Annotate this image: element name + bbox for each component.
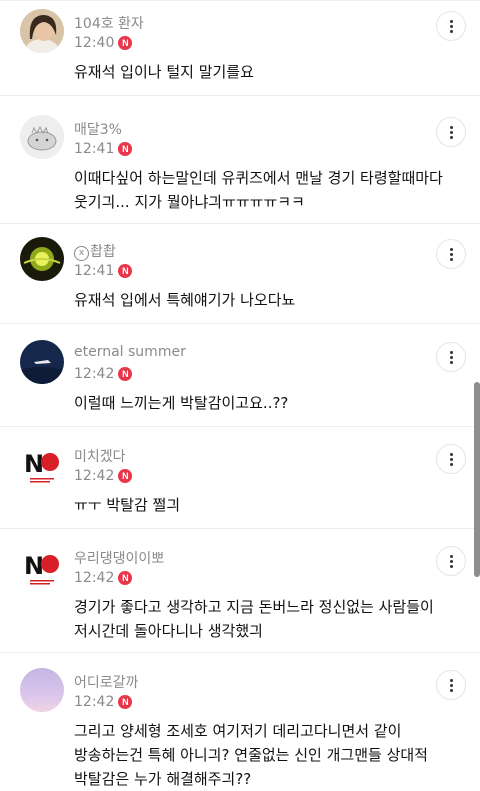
- comment-text: ㅠㅜ 박탈감 쩔긔: [74, 496, 181, 514]
- comment-nickname[interactable]: x 촵촵: [74, 241, 116, 261]
- more-options-button[interactable]: [436, 117, 466, 147]
- comment-item: 어디로갈까 12:42 N 그리고 양세형 조세호 여기저기 데리고다니면서 같…: [0, 659, 480, 790]
- avatar[interactable]: [20, 340, 64, 384]
- comment-text: 유재석 입에서 특혜얘기가 나오다뇨: [74, 291, 296, 309]
- comment-text: 유재석 입이나 털지 말기를요: [74, 63, 254, 81]
- comment-time: 12:42: [74, 468, 115, 484]
- comment-item: eternal summer 12:42 N 이럴때 느끼는게 박탈감이고요..…: [0, 331, 480, 427]
- comment-nickname[interactable]: 우리댕댕이이뽀: [74, 548, 164, 568]
- comment-meta: 12:41 N: [74, 139, 133, 159]
- svg-text:N: N: [24, 450, 44, 478]
- avatar[interactable]: N: [20, 544, 64, 588]
- new-badge: N: [118, 367, 133, 381]
- new-badge: N: [118, 695, 133, 709]
- comment-time: 12:42: [74, 366, 115, 382]
- comment-divider: [0, 652, 480, 653]
- avatar[interactable]: [20, 9, 64, 53]
- nickname-text: 촵촵: [90, 244, 116, 260]
- comment-text: 그리고 양세형 조세호 여기저기 데리고다니면서 같이 방송하는건 특혜 아니긔…: [74, 722, 428, 788]
- comment-meta: 12:41 N: [74, 261, 133, 281]
- comment-time: 12:42: [74, 694, 115, 710]
- comment-nickname[interactable]: 매달3%: [74, 119, 122, 139]
- comment-text: 이때다싶어 하는말인데 유퀴즈에서 맨날 경기 타령할때마다 웃기긔... 지가…: [74, 169, 443, 211]
- comment-nickname[interactable]: 미치겠다: [74, 446, 126, 466]
- new-badge: N: [118, 142, 133, 156]
- comment-meta: 12:42 N: [74, 568, 133, 588]
- comment-time: 12:42: [74, 570, 115, 586]
- comment-divider: [0, 323, 480, 324]
- comment-time: 12:41: [74, 263, 115, 279]
- comment-meta: 12:42 N: [74, 466, 133, 486]
- comment-meta: 12:42 N: [74, 692, 133, 712]
- more-options-button[interactable]: [436, 546, 466, 576]
- new-badge: N: [118, 264, 133, 278]
- more-options-button[interactable]: [436, 239, 466, 269]
- comment-item: N 우리댕댕이이뽀 12:42 N 경기가 좋다고 생각하고 지금 돈버느라 정…: [0, 535, 480, 653]
- comment-item: N 미치겠다 12:42 N ㅠㅜ 박탈감 쩔긔: [0, 433, 480, 529]
- comment-item: 104호 환자 12:40 N 유재석 입이나 털지 말기를요: [0, 0, 480, 96]
- avatar[interactable]: [20, 668, 64, 712]
- comment-text: 경기가 좋다고 생각하고 지금 돈버느라 정신없는 사람들이 저시간데 돌아다니…: [74, 598, 434, 640]
- new-badge: N: [118, 571, 133, 585]
- comment-text: 이럴때 느끼는게 박탈감이고요..??: [74, 394, 289, 412]
- comment-divider: [0, 426, 480, 427]
- scrollbar[interactable]: [474, 382, 480, 577]
- new-badge: N: [118, 469, 133, 483]
- more-options-button[interactable]: [436, 342, 466, 372]
- x-mark-icon: x: [74, 246, 89, 261]
- new-badge: N: [118, 36, 133, 50]
- comment-meta: 12:40 N: [74, 33, 133, 53]
- comment-divider: [0, 95, 480, 96]
- more-options-button[interactable]: [436, 11, 466, 41]
- avatar[interactable]: [20, 115, 64, 159]
- svg-text:N: N: [24, 552, 44, 580]
- comment-time: 12:41: [74, 141, 115, 157]
- comment-meta: 12:42 N: [74, 364, 133, 384]
- avatar[interactable]: N: [20, 442, 64, 486]
- comment-item: x 촵촵 12:41 N 유재석 입에서 특혜얘기가 나오다뇨: [0, 228, 480, 324]
- comment-divider: [0, 223, 480, 224]
- comment-nickname[interactable]: 어디로갈까: [74, 672, 138, 692]
- more-options-button[interactable]: [436, 444, 466, 474]
- avatar[interactable]: [20, 237, 64, 281]
- comment-divider: [0, 528, 480, 529]
- comment-nickname[interactable]: eternal summer: [74, 344, 186, 360]
- comment-time: 12:40: [74, 35, 115, 51]
- comment-nickname[interactable]: 104호 환자: [74, 13, 144, 33]
- more-options-button[interactable]: [436, 670, 466, 700]
- comment-item: 매달3% 12:41 N 이때다싶어 하는말인데 유퀴즈에서 맨날 경기 타령할…: [0, 106, 480, 224]
